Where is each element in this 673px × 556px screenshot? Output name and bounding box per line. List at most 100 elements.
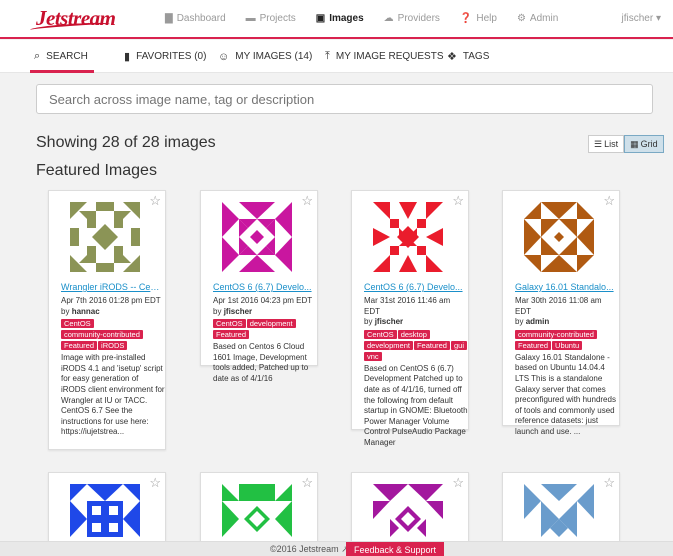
image-card[interactable]: ☆ Wrangler iRODS -- Cen... Apr 7th 2016 …	[48, 190, 166, 450]
author-name[interactable]: jfischer	[375, 317, 403, 326]
tab-label: SEARCH	[46, 51, 88, 62]
tag[interactable]: development	[364, 340, 413, 350]
image-author: by jfischer	[213, 306, 253, 316]
main-nav: ▇ Dashboard ▬ Projects ▣ Images ☁ Provid…	[155, 0, 568, 37]
tag[interactable]: Featured	[213, 330, 250, 340]
author-name[interactable]: jfischer	[224, 307, 252, 316]
images-tabbar: ⌕ SEARCH ▮ FAVORITES (0) ☺ MY IMAGES (14…	[0, 40, 673, 73]
upload-icon: ⤒	[325, 50, 330, 62]
view-toggle: ☰ List ▦ Grid	[588, 135, 664, 153]
footer: ©2016 Jetstream ↗ Feedback & Support	[0, 541, 673, 556]
results-count: Showing 28 of 28 images	[36, 134, 216, 151]
tab-label: MY IMAGES (14)	[235, 51, 313, 62]
nav-projects[interactable]: ▬ Projects	[236, 0, 306, 37]
tag-list: CentOScommunity-contributedFeatured iRODS	[61, 319, 165, 352]
image-card[interactable]: ☆ CentOS 6 (6.7) Develo... Apr 1st 2016 …	[200, 190, 318, 383]
image-author: by admin	[515, 317, 550, 327]
tab-my-image-requests[interactable]: ⤒ MY IMAGE REQUESTS	[325, 40, 444, 73]
nav-label: Admin	[529, 13, 559, 24]
tab-tags[interactable]: ❖ TAGS	[447, 40, 489, 73]
tag[interactable]: gui	[450, 340, 467, 350]
grid-view-button[interactable]: ▦ Grid	[624, 135, 664, 153]
top-navbar: Jetstream ▇ Dashboard ▬ Projects ▣ Image…	[0, 0, 673, 39]
identicon-image	[373, 202, 443, 272]
card-body: Apr 1st 2016 04:23 pm EDT by jfischer Ce…	[213, 296, 317, 385]
image-author: by hannac	[61, 306, 100, 316]
tags-icon: ❖	[447, 51, 457, 63]
image-description: Galaxy 16.01 Standalone - based on Ubunt…	[515, 352, 616, 436]
image-date: Apr 7th 2016 01:28 pm EDT	[61, 296, 161, 305]
image-card[interactable]: ☆ Galaxy 16.01 Standalo... Mar 30th 2016…	[502, 190, 620, 436]
grid-label: Grid	[640, 139, 658, 149]
image-date: Mar 30th 2016 11:08 am EDT	[515, 296, 602, 316]
tag[interactable]: CentOS	[61, 319, 94, 329]
image-title-link[interactable]: CentOS 6 (6.7) Develo...	[364, 282, 464, 292]
tag[interactable]: desktop	[397, 329, 430, 339]
image-date: Apr 1st 2016 04:23 pm EDT	[213, 296, 313, 305]
tag[interactable]: Featured	[413, 340, 450, 350]
tag[interactable]: community-contributed	[61, 330, 143, 340]
search-icon: ⌕	[34, 50, 41, 62]
list-icon: ☰	[594, 138, 603, 149]
nav-images[interactable]: ▣ Images	[305, 0, 374, 37]
nav-providers[interactable]: ☁ Providers	[374, 0, 450, 37]
nav-label: Providers	[397, 13, 440, 24]
active-tab-indicator	[30, 70, 94, 73]
featured-heading: Featured Images	[36, 162, 157, 179]
image-author: by jfischer	[364, 317, 404, 327]
grid-icon: ▦	[630, 138, 639, 149]
tag[interactable]: vnc	[364, 351, 382, 361]
favorite-star-icon[interactable]: ☆	[301, 193, 313, 209]
cloud-icon: ☁	[383, 13, 394, 24]
tab-search[interactable]: ⌕ SEARCH	[34, 40, 88, 73]
image-search-input[interactable]	[36, 84, 653, 114]
tag[interactable]: Featured	[61, 341, 98, 351]
card-body: Apr 7th 2016 01:28 pm EDT by hannac Cent…	[61, 296, 165, 438]
author-name[interactable]: hannac	[72, 307, 100, 316]
nav-admin[interactable]: ⚙ Admin	[507, 0, 568, 37]
tag[interactable]: Ubuntu	[552, 340, 583, 350]
copyright-link[interactable]: ©2016 Jetstream ↗	[270, 544, 349, 555]
nav-divider	[0, 37, 673, 39]
favorite-star-icon[interactable]: ☆	[149, 475, 161, 491]
card-body: Mar 31st 2016 11:46 am EDT by jfischer C…	[364, 296, 468, 449]
tag-list: community-contributedFeatured Ubuntu	[515, 329, 619, 352]
tab-label: MY IMAGE REQUESTS	[335, 51, 444, 62]
list-view-button[interactable]: ☰ List	[588, 135, 625, 153]
image-title-link[interactable]: CentOS 6 (6.7) Develo...	[213, 282, 313, 292]
tag[interactable]: CentOS	[364, 329, 397, 339]
image-card[interactable]: ☆ CentOS 6 (6.7) Develo... Mar 31st 2016…	[351, 190, 469, 447]
identicon-image	[222, 202, 292, 272]
user-icon: ☺	[218, 50, 230, 63]
nav-dashboard[interactable]: ▇ Dashboard	[155, 0, 236, 37]
nav-help[interactable]: ❓ Help	[450, 0, 507, 37]
nav-label: Projects	[259, 13, 296, 24]
favorite-star-icon[interactable]: ☆	[149, 193, 161, 209]
card-body: Mar 30th 2016 11:08 am EDT by admin comm…	[515, 296, 619, 438]
favorite-star-icon[interactable]: ☆	[452, 193, 464, 209]
feedback-support-button[interactable]: Feedback & Support	[346, 542, 445, 556]
user-menu[interactable]: jfischer ▾	[622, 13, 661, 24]
tag-list: CentOS desktopdevelopment Featured gui vnc	[364, 329, 468, 363]
favorite-star-icon[interactable]: ☆	[603, 475, 615, 491]
author-name[interactable]: admin	[526, 317, 550, 326]
tag[interactable]: CentOS	[213, 319, 246, 329]
bar-chart-icon: ▇	[165, 13, 173, 24]
nav-label: Images	[329, 13, 364, 24]
tag[interactable]: iRODS	[98, 341, 128, 351]
tab-my-images[interactable]: ☺ MY IMAGES (14)	[218, 40, 312, 73]
favorite-star-icon[interactable]: ☆	[603, 193, 615, 209]
nav-label: Help	[476, 13, 497, 24]
favorite-star-icon[interactable]: ☆	[301, 475, 313, 491]
identicon-image	[70, 202, 140, 272]
help-icon: ❓	[459, 13, 473, 24]
favorite-star-icon[interactable]: ☆	[452, 475, 464, 491]
images-icon: ▣	[315, 13, 326, 24]
tag[interactable]: Featured	[515, 340, 552, 350]
image-title-link[interactable]: Wrangler iRODS -- Cen...	[61, 282, 161, 292]
tag[interactable]: development	[246, 319, 296, 329]
tab-favorites[interactable]: ▮ FAVORITES (0)	[124, 40, 206, 73]
image-title-link[interactable]: Galaxy 16.01 Standalo...	[515, 282, 615, 292]
identicon-image	[524, 202, 594, 272]
tag[interactable]: community-contributed	[515, 329, 597, 339]
